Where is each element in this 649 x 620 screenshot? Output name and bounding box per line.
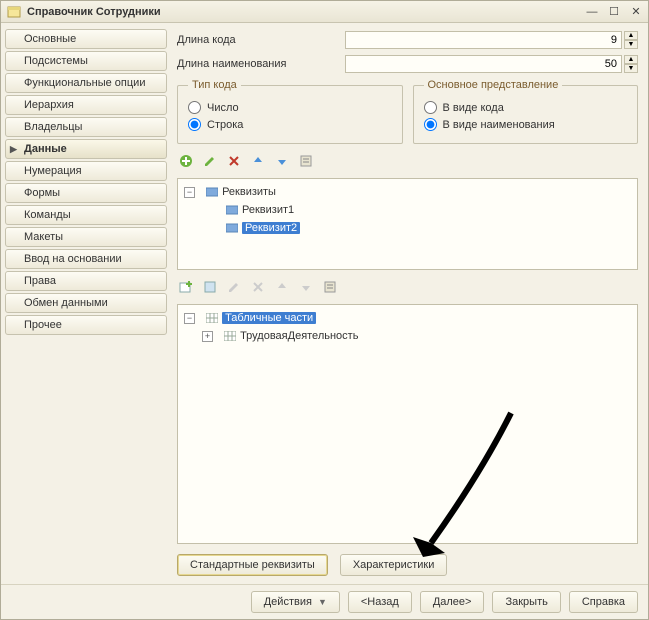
edit-disabled-icon [225,278,243,296]
content-pane: Длина кода ▲▼ Длина наименования ▲▼ Тип … [171,23,648,584]
attrs-toolbar [177,150,638,172]
main-rep-code-radio[interactable]: В виде кода [424,101,628,114]
tree-row[interactable]: − Реквизиты [184,183,631,201]
code-type-group: Тип кода Число Строка [177,79,403,144]
code-length-input[interactable] [345,31,622,49]
tabular-tree[interactable]: − Табличные части+ ТрудоваяДеятельность [177,304,638,544]
properties-icon[interactable] [297,152,315,170]
footer-buttons: Действия▼ <Назад Далее> Закрыть Справка [1,584,648,619]
nav-item[interactable]: Нумерация [5,161,167,181]
minimize-button[interactable]: — [584,5,600,19]
add-icon[interactable] [177,152,195,170]
spin-up-icon[interactable]: ▲ [624,55,638,64]
spin-down-icon[interactable]: ▼ [624,40,638,49]
nav-item[interactable]: Функциональные опции [5,73,167,93]
standard-attributes-button[interactable]: Стандартные реквизиты [177,554,328,576]
nav-sidebar: ОсновныеПодсистемыФункциональные опцииИе… [1,23,171,584]
main-rep-name-radio[interactable]: В виде наименования [424,118,628,131]
add-table-icon[interactable] [177,278,195,296]
spin-down-icon[interactable]: ▼ [624,64,638,73]
nav-item[interactable]: Данные [5,139,167,159]
code-length-spinner[interactable]: ▲▼ [345,31,638,49]
tree-row[interactable]: − Табличные части [184,309,631,327]
close-window-button[interactable]: ✕ [628,5,644,19]
nav-item[interactable]: Макеты [5,227,167,247]
move-up-disabled-icon [273,278,291,296]
move-down-icon[interactable] [273,152,291,170]
edit-icon[interactable] [201,152,219,170]
spin-up-icon[interactable]: ▲ [624,31,638,40]
name-length-label: Длина наименования [177,58,337,70]
main-representation-group: Основное представление В виде кода В вид… [413,79,639,144]
nav-item[interactable]: Ввод на основании [5,249,167,269]
back-button[interactable]: <Назад [348,591,412,613]
nav-item[interactable]: Команды [5,205,167,225]
properties-icon[interactable] [321,278,339,296]
nav-item[interactable]: Формы [5,183,167,203]
tree-row[interactable]: Реквизит2 [184,219,631,237]
code-type-legend: Тип кода [188,79,241,91]
move-down-disabled-icon [297,278,315,296]
catalog-icon [7,5,21,19]
nav-item[interactable]: Подсистемы [5,51,167,71]
window-title: Справочник Сотрудники [27,6,578,18]
nav-item[interactable]: Прочее [5,315,167,335]
next-button[interactable]: Далее> [420,591,485,613]
name-length-input[interactable] [345,55,622,73]
main-rep-legend: Основное представление [424,79,563,91]
tabular-toolbar [177,276,638,298]
code-length-label: Длина кода [177,34,337,46]
nav-item[interactable]: Владельцы [5,117,167,137]
nav-item[interactable]: Права [5,271,167,291]
close-button[interactable]: Закрыть [492,591,560,613]
expand-icon[interactable]: + [202,331,213,342]
titlebar: Справочник Сотрудники — ☐ ✕ [1,1,648,23]
actions-button[interactable]: Действия▼ [251,591,340,613]
code-type-number-radio[interactable]: Число [188,101,392,114]
move-up-icon[interactable] [249,152,267,170]
nav-item[interactable]: Иерархия [5,95,167,115]
code-type-string-radio[interactable]: Строка [188,118,392,131]
tree-row[interactable]: + ТрудоваяДеятельность [184,327,631,345]
characteristics-button[interactable]: Характеристики [340,554,448,576]
delete-icon[interactable] [225,152,243,170]
help-button[interactable]: Справка [569,591,638,613]
nav-item[interactable]: Обмен данными [5,293,167,313]
nav-item[interactable]: Основные [5,29,167,49]
name-length-spinner[interactable]: ▲▼ [345,55,638,73]
tree-row[interactable]: Реквизит1 [184,201,631,219]
maximize-button[interactable]: ☐ [606,5,622,19]
add-column-icon[interactable] [201,278,219,296]
attributes-tree[interactable]: − РеквизитыРеквизит1Реквизит2 [177,178,638,270]
delete-disabled-icon [249,278,267,296]
collapse-icon[interactable]: − [184,187,195,198]
collapse-icon[interactable]: − [184,313,195,324]
